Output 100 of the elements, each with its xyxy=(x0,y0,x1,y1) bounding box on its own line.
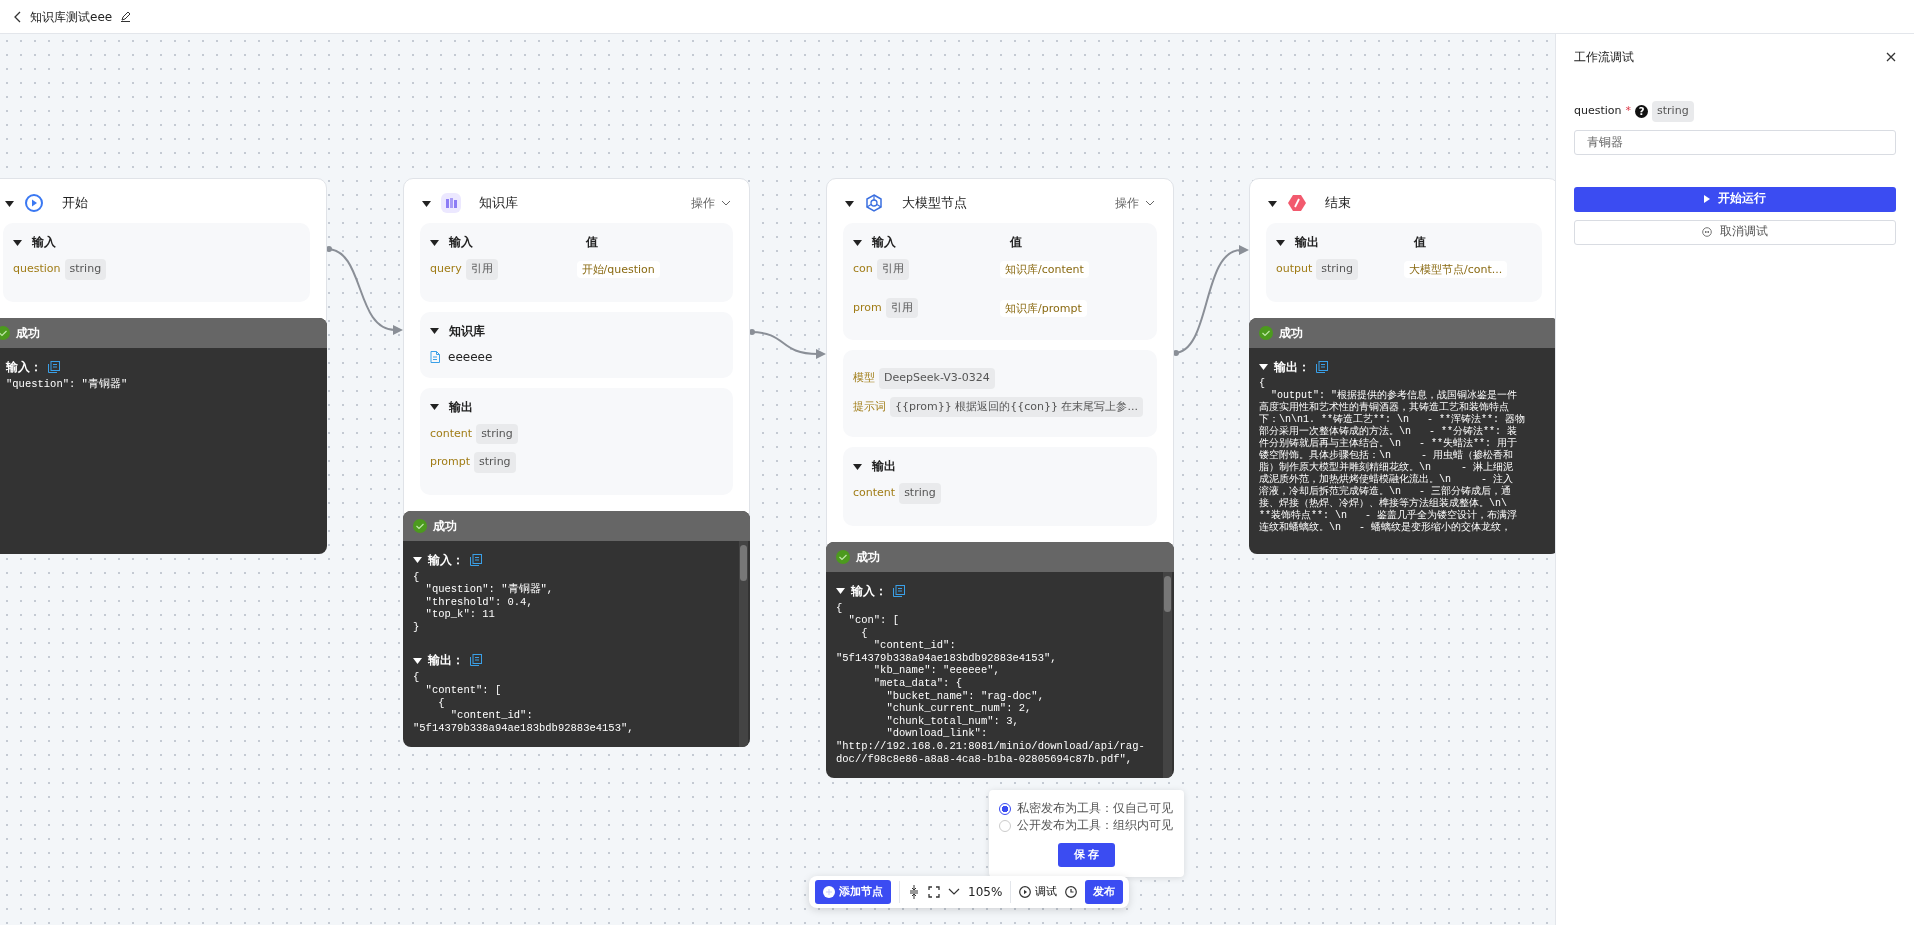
code-line: "top_k": 11 xyxy=(424,608,496,621)
caret-icon[interactable] xyxy=(836,586,845,595)
caret-icon[interactable] xyxy=(1259,362,1268,371)
code-line: 接、焊接（热焊、冷焊）、榫接等方法组装成整体。\n\ xyxy=(1259,497,1508,509)
book-icon xyxy=(441,193,461,213)
check-icon xyxy=(413,518,427,533)
question-input[interactable]: 青铜器 xyxy=(1574,129,1896,155)
collapse-icon[interactable] xyxy=(908,884,920,900)
help-icon[interactable]: ? xyxy=(1635,104,1649,118)
clock-icon[interactable] xyxy=(1065,886,1078,898)
column-header: 值 xyxy=(586,234,599,251)
type-tag: 引用 xyxy=(885,297,918,318)
code-line: "chunk_total_num": 3, xyxy=(885,714,1020,728)
file-name: eeeeee xyxy=(448,348,493,366)
code-line: "meta_data": { xyxy=(872,677,964,690)
copy-icon[interactable] xyxy=(470,654,482,667)
section-title: 知识库 xyxy=(449,322,485,340)
caret-icon[interactable] xyxy=(1268,198,1277,208)
copy-icon[interactable] xyxy=(1316,360,1328,373)
type-tag: string xyxy=(1316,259,1358,280)
debug-button[interactable]: 调试 xyxy=(1019,883,1058,901)
caret-icon[interactable] xyxy=(430,326,439,335)
param-name: output xyxy=(1276,261,1313,277)
caret-icon[interactable] xyxy=(853,237,862,247)
chevron-icon xyxy=(721,200,731,206)
code-line: { xyxy=(836,601,844,615)
value-chip: 大模型节点/cont... xyxy=(1404,261,1508,278)
add-node-button[interactable]: 添加节点 xyxy=(815,880,891,904)
caret-icon[interactable] xyxy=(1276,237,1285,247)
status-label: 成功 xyxy=(856,548,880,566)
radio-button[interactable] xyxy=(999,802,1011,815)
fullscreen-icon[interactable] xyxy=(928,886,940,898)
code-line: "http://192.168.0.21:8081/minio/download/api/rag- xyxy=(836,740,1146,753)
code-line: 部分采用一次整体铸成的方法。\n - **分铸法**: 装 xyxy=(1259,425,1518,437)
panel-title: 工作流调试 xyxy=(1574,49,1634,66)
code-line: 高度实用性和艺术性的青铜酒器，其铸造工艺和装饰特点 xyxy=(1259,401,1510,413)
copy-icon[interactable] xyxy=(893,584,905,597)
code-line: { xyxy=(1259,377,1266,390)
check-icon xyxy=(1259,325,1273,340)
back-icon[interactable] xyxy=(14,10,22,23)
caret-icon[interactable] xyxy=(5,198,14,208)
code-line: "question": "青铜器" xyxy=(6,377,129,391)
scrollbar[interactable] xyxy=(739,540,748,747)
status-label: 成功 xyxy=(433,517,457,535)
code-line: "5f14379b338a94ae183bdb92883e4153", xyxy=(836,651,1058,665)
copy-icon[interactable] xyxy=(48,360,60,373)
node-title: 大模型节点 xyxy=(902,194,967,213)
run-button[interactable]: 开始运行 xyxy=(1574,186,1896,212)
caret-icon[interactable] xyxy=(430,402,439,411)
close-icon[interactable] xyxy=(1886,52,1896,62)
menu-button[interactable]: 操作 xyxy=(691,194,731,212)
type-tag: string xyxy=(474,452,516,473)
publish-button[interactable]: 发布 xyxy=(1085,880,1124,904)
edit-icon[interactable] xyxy=(120,11,132,22)
param-name: prompt xyxy=(430,454,470,470)
code-line: "con": [ xyxy=(847,614,900,627)
network-icon xyxy=(864,193,884,213)
chevron-icon xyxy=(1145,200,1155,206)
code-line: "bucket_name": "rag-doc", xyxy=(885,689,1045,703)
value-chip: 知识库/content xyxy=(1000,261,1089,278)
caret-icon[interactable] xyxy=(422,198,431,208)
code-line: 件分别铸就后再与主体结合。\n - **失蜡法**: 用于 xyxy=(1259,437,1518,449)
status-label: 成功 xyxy=(16,324,40,342)
code-line: 溶液，冷却后拆范完成铸造。\n - 三部分铸成后，通 xyxy=(1259,485,1511,497)
save-button[interactable]: 保 存 xyxy=(1057,842,1116,867)
caret-icon[interactable] xyxy=(13,237,22,247)
section-title: 输入 xyxy=(872,234,897,251)
param-name: query xyxy=(430,261,462,277)
caret-icon[interactable] xyxy=(413,555,422,564)
value-chip: 知识库/prompt xyxy=(1000,299,1087,317)
code-line: "content": [ xyxy=(424,684,503,697)
play-icon xyxy=(1019,886,1032,898)
copy-icon[interactable] xyxy=(470,553,482,566)
code-line: { xyxy=(437,696,446,710)
caret-icon[interactable] xyxy=(413,655,422,665)
block-label: 输入： xyxy=(428,551,464,569)
code-line: { xyxy=(413,570,421,584)
scrollbar[interactable] xyxy=(1163,571,1172,778)
menu-button[interactable]: 操作 xyxy=(1115,194,1155,212)
cancel-button[interactable]: 取消调试 xyxy=(1574,219,1896,245)
code-line: 成泥质外范，加热烘烤使蜡模融化流出。\n - 注入 xyxy=(1259,473,1514,485)
param-name: content xyxy=(430,425,473,442)
caret-icon[interactable] xyxy=(430,237,439,247)
caret-icon[interactable] xyxy=(845,198,854,208)
node-title: 结束 xyxy=(1325,194,1351,213)
option-label: 私密发布为工具：仅自己可见 xyxy=(1017,800,1173,817)
code-line: "question": "青铜器", xyxy=(424,583,555,596)
node-title: 开始 xyxy=(62,194,88,213)
type-tag: 引用 xyxy=(876,259,909,280)
type-tag: string xyxy=(64,259,107,280)
option-label: 公开发布为工具：组织内可见 xyxy=(1017,817,1173,835)
code-line: 脂）制作原大模型并雕刻精细花纹。\n - 淋上细泥 xyxy=(1259,461,1514,473)
param-name: prom xyxy=(853,299,882,316)
value-chip: 开始/question xyxy=(576,261,660,278)
chevron-down-icon[interactable] xyxy=(948,888,960,896)
code-line: { xyxy=(860,626,869,640)
code-line: 镂空附饰。具体步骤包括：\n - 用虫蜡（掺松香和 xyxy=(1259,449,1514,461)
code-line: **装饰特点**: \n - 鉴盖几乎全为镂空设计，布满浮 xyxy=(1259,509,1518,521)
caret-icon[interactable] xyxy=(853,461,862,471)
section-title: 输出 xyxy=(449,398,473,416)
